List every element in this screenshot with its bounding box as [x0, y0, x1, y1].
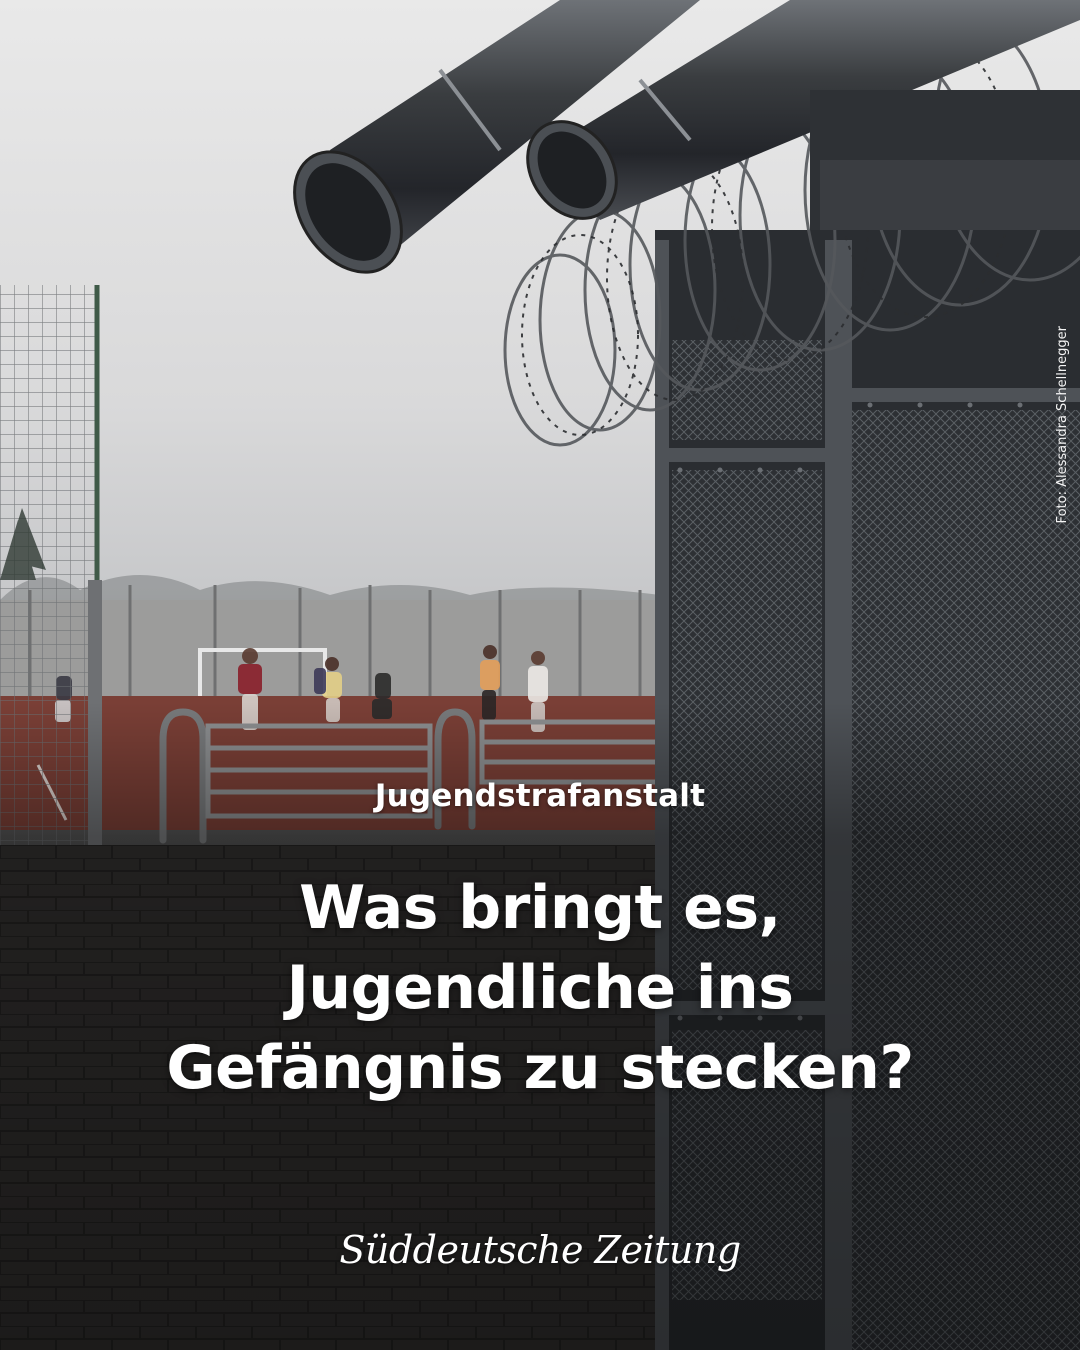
prison-yard-photo	[0, 0, 1080, 1350]
headline-line-1: Was bringt es,	[299, 873, 781, 943]
kicker-label: Jugendstrafanstalt	[374, 778, 706, 814]
headline-line-3: Gefängnis zu stecken?	[166, 1033, 914, 1103]
headline-line-2: Jugendliche ins	[286, 953, 794, 1023]
headline: Was bringt es, Jugendliche ins Gefängnis…	[0, 868, 1080, 1108]
post-card: Jugendstrafanstalt Was bringt es, Jugend…	[0, 0, 1080, 1350]
photo-credit: Foto: Alessandra Schellnegger	[1055, 326, 1070, 524]
brand-logo: Süddeutsche Zeitung	[339, 1228, 741, 1272]
